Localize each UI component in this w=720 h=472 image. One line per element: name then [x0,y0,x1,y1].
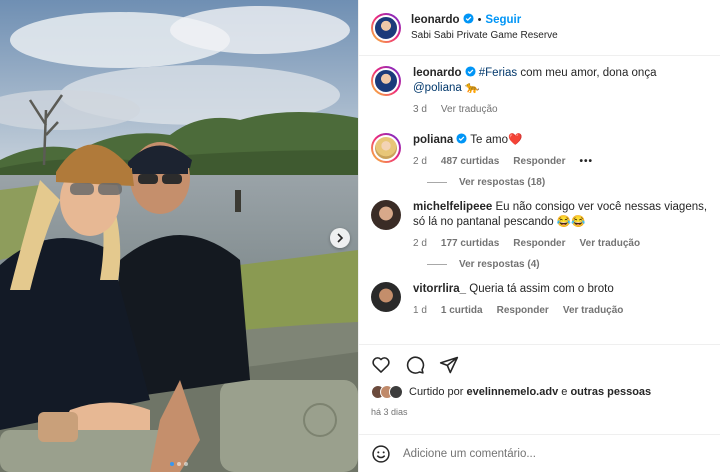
comment-reply-button[interactable]: Responder [513,236,565,251]
verified-icon [465,66,476,77]
author-username[interactable]: leonardo [411,14,460,26]
follow-button[interactable]: Seguir [485,14,521,26]
carousel-dots [0,462,358,466]
post-side-panel: leonardo • Seguir Sabi Sabi Private Game R… [358,0,720,472]
comment-emoji: 😂😂 [556,216,586,228]
comment-avatar[interactable] [371,133,401,163]
carousel-dot-active [170,462,174,466]
caption-time: 3 d [413,104,427,115]
liked-suffix: e [561,386,568,398]
comment-item: vitorrlira_ Queria tá assim com o broto … [371,282,708,318]
caption-author-avatar[interactable] [371,66,401,96]
post-caption: leonardo #Ferias com meu amor, dona onça… [371,66,708,117]
comment-time: 2 d [413,238,427,249]
post-timestamp[interactable]: há 3 dias [371,407,709,417]
comment-username[interactable]: vitorrlira_ [413,283,466,295]
verified-icon [463,12,474,24]
view-replies-button[interactable]: Ver respostas (4) [427,259,708,270]
verified-icon [456,133,467,144]
carousel-dot [184,462,188,466]
post-actions: Curtido por evelinnemelo.adv e outras pe… [359,344,720,417]
replies-line [427,182,447,183]
comment-avatar[interactable] [371,200,401,230]
photo-illustration [0,0,358,472]
comment-username[interactable]: poliana [413,134,453,146]
liked-by: Curtido por evelinnemelo.adv e outras pe… [371,385,709,399]
next-image-button[interactable] [330,228,350,248]
share-icon[interactable] [439,355,459,375]
comment-time: 1 d [413,305,427,316]
liker-avatar [389,385,403,399]
header-separator: • [477,13,482,26]
comment-username[interactable]: michelfelipeee [413,201,492,213]
instagram-post: leonardo • Seguir Sabi Sabi Private Game R… [0,0,720,472]
caption-emoji: 🐆 [464,82,480,94]
emoji-icon[interactable] [371,444,391,464]
view-replies-button[interactable]: Ver respostas (18) [427,177,708,188]
caption-hashtag[interactable]: #Ferias [479,67,517,79]
carousel-dot [177,462,181,466]
post-header: leonardo • Seguir Sabi Sabi Private Game R… [359,0,720,56]
comment-translate-link[interactable]: Ver tradução [563,303,624,318]
chevron-right-icon [337,233,344,243]
comment-icon[interactable] [405,355,425,375]
comment-likes[interactable]: 177 curtidas [441,236,499,251]
comment-time: 2 d [413,156,427,167]
view-replies-label: Ver respostas (4) [459,259,540,270]
replies-line [427,264,447,265]
comment-likes[interactable]: 487 curtidas [441,154,499,169]
comment-text: Queria tá assim com o broto [469,283,614,295]
comment-reply-button[interactable]: Responder [497,303,549,318]
comment-reply-button[interactable]: Responder [513,154,565,169]
comment-likes[interactable]: 1 curtida [441,303,483,318]
liked-others-link[interactable]: outras pessoas [570,386,651,398]
liked-user[interactable]: evelinnemelo.adv [466,386,558,398]
caption-username[interactable]: leonardo [413,67,462,79]
comment-more-options[interactable]: ••• [580,154,594,169]
post-photo[interactable] [0,0,358,472]
comment-emoji: ❤️ [507,134,523,146]
comment-item: poliana Te amo❤️ 2 d 487 curtidas Respon… [371,133,708,169]
caption-translate-link[interactable]: Ver tradução [441,102,498,117]
comment-text: Te amo [470,134,508,146]
liked-prefix: Curtido por [409,386,464,398]
comment-translate-link[interactable]: Ver tradução [580,236,641,251]
add-comment-bar [359,434,720,472]
liked-by-avatars [371,385,403,399]
view-replies-label: Ver respostas (18) [459,177,546,188]
comment-avatar[interactable] [371,282,401,312]
author-avatar[interactable] [371,12,401,43]
heart-icon[interactable] [371,355,391,375]
comment-item: michelfelipeee Eu não consigo ver você n… [371,200,708,251]
caption-text: com meu amor, dona onça [517,67,657,79]
add-comment-input[interactable] [403,447,663,460]
comments-list: leonardo #Ferias com meu amor, dona onça… [359,56,720,318]
caption-mention[interactable]: @poliana [413,82,462,94]
post-location[interactable]: Sabi Sabi Private Game Reserve [411,28,558,43]
